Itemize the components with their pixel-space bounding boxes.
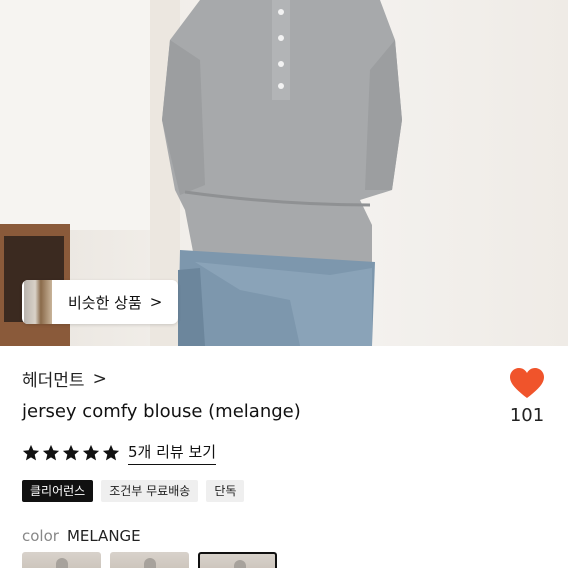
star-icon bbox=[42, 444, 60, 461]
rating-stars bbox=[22, 444, 122, 462]
similar-product-thumbnail bbox=[24, 280, 52, 324]
brand-name: 헤더먼트 bbox=[22, 371, 85, 391]
badge-exclusive: 단독 bbox=[206, 480, 245, 502]
like-button[interactable]: 101 bbox=[503, 368, 551, 426]
badge-clearance: 클리어런스 bbox=[22, 480, 94, 502]
similar-products-button[interactable]: 비슷한 상품 > bbox=[22, 280, 178, 324]
star-icon bbox=[62, 444, 80, 461]
color-swatch-list bbox=[22, 552, 286, 568]
badge-free-shipping: 조건부 무료배송 bbox=[101, 480, 199, 502]
product-hero-image[interactable]: 비슷한 상품 > bbox=[0, 0, 568, 346]
reviews-link[interactable]: 5개 리뷰 보기 bbox=[128, 441, 217, 465]
color-label: color bbox=[22, 527, 59, 545]
heart-icon bbox=[510, 368, 544, 398]
similar-products-label: 비슷한 상품 bbox=[68, 293, 142, 312]
star-icon bbox=[82, 444, 100, 461]
badge-list: 클리어런스 조건부 무료배송 단독 bbox=[22, 480, 252, 502]
product-title: jersey comfy blouse (melange) bbox=[22, 401, 301, 422]
star-icon bbox=[22, 444, 40, 461]
color-swatch[interactable] bbox=[110, 552, 189, 568]
color-option-row: color MELANGE bbox=[22, 527, 141, 545]
color-swatch[interactable] bbox=[22, 552, 101, 568]
brand-link[interactable]: 헤더먼트 > bbox=[22, 366, 107, 392]
star-icon bbox=[102, 444, 120, 461]
like-count: 101 bbox=[509, 405, 545, 426]
rating-row: 5개 리뷰 보기 bbox=[22, 441, 217, 465]
chevron-right-icon: > bbox=[92, 368, 107, 389]
color-value: MELANGE bbox=[66, 527, 141, 545]
color-swatch[interactable] bbox=[198, 552, 277, 568]
chevron-right-icon: > bbox=[149, 293, 163, 311]
